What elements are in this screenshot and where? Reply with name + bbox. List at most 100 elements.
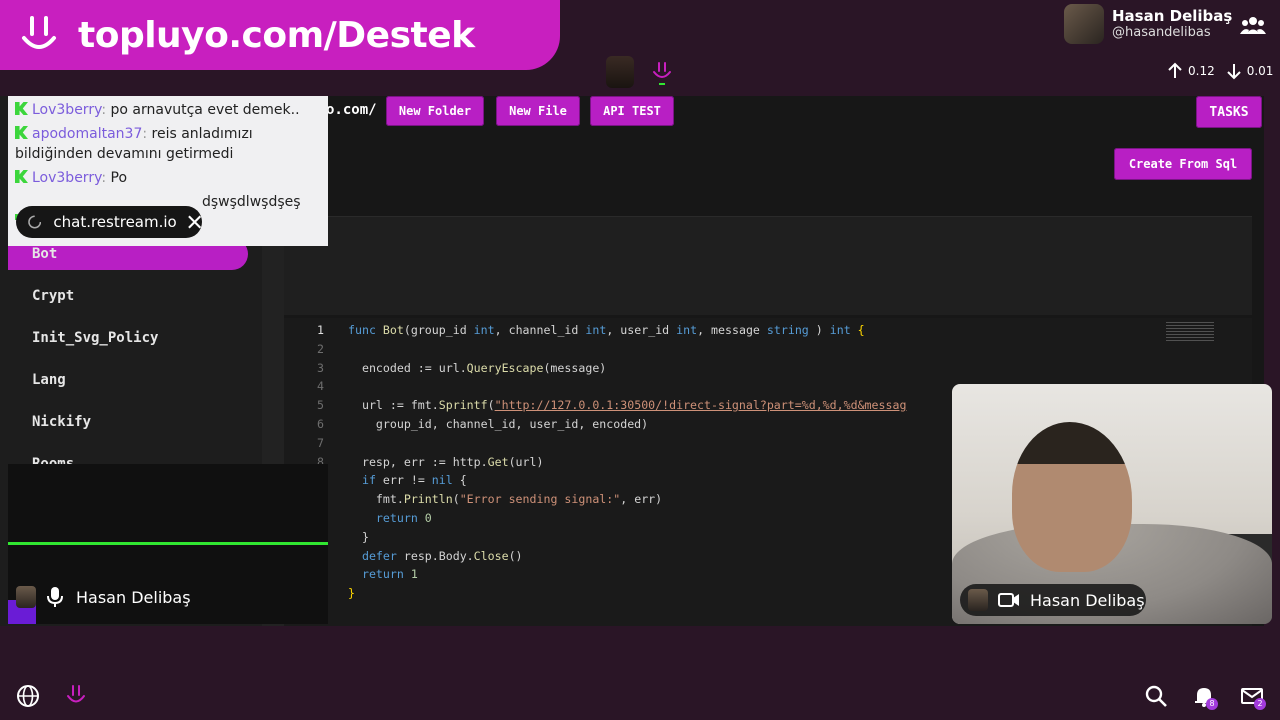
sidebar-item-nickify[interactable]: Nickify [8, 406, 248, 438]
code-token: return [361, 567, 411, 582]
code-minimap[interactable] [1166, 322, 1214, 342]
code-token: resp, err := http. [361, 454, 488, 469]
arrow-up-icon [1168, 62, 1182, 78]
code-token: nil [431, 473, 453, 488]
new-file-button[interactable]: New File [496, 96, 580, 126]
code-token: group_id, channel_id, user_id, encoded) [375, 416, 649, 431]
code-token: { [850, 323, 865, 337]
search-icon[interactable] [1144, 684, 1168, 708]
code-token: (group_id [403, 323, 474, 337]
people-icon[interactable] [1240, 14, 1266, 36]
code-token: func [348, 323, 383, 337]
code-token: Close [473, 548, 509, 563]
code-token: ( [487, 398, 495, 413]
code-token: 0 [424, 510, 432, 525]
code-token: int [676, 323, 698, 337]
close-icon[interactable] [187, 214, 202, 230]
code-token: } [361, 529, 369, 544]
webcam-speaker-label: Hasan Delibaş [960, 584, 1146, 616]
avatar [606, 56, 634, 88]
code-lines: 1 func Bot (group_id int, channel_id int, … [286, 321, 946, 603]
kick-icon [15, 170, 28, 183]
code-token: Println [403, 492, 453, 507]
banner-url: topluyo.com/Destek [78, 14, 475, 56]
line-number: 4 [317, 379, 324, 394]
path-label: o.com/ [326, 102, 377, 118]
chat-username: Lov3berry [32, 170, 102, 186]
chat-text: dşwşdlwşdşeş [202, 194, 301, 210]
code-token: err != [375, 473, 432, 488]
audio-speaker-label: Hasan Delibaş [16, 586, 191, 608]
chat-message: Lov3berry: Po [8, 168, 328, 188]
code-token: (message) [543, 360, 607, 375]
topluyo-logo-icon [22, 16, 56, 49]
code-token: , err) [620, 492, 663, 507]
code-token: url := fmt. [361, 398, 439, 413]
webcam-speaker-name: Hasan Delibaş [1030, 590, 1145, 610]
code-token: fmt. [375, 492, 404, 507]
avatar [1064, 4, 1104, 44]
video-camera-icon [998, 593, 1019, 607]
chat-username: apodomaltan37 [32, 126, 143, 142]
code-token: Get [487, 454, 509, 469]
code-token: Sprintf [438, 398, 488, 413]
code-token: , user_id [606, 323, 677, 337]
chat-source-label: chat.restream.io [53, 213, 177, 231]
sidebar-item-crypt[interactable]: Crypt [8, 280, 248, 312]
kick-icon [15, 126, 28, 139]
download-rate: 0.01 [1246, 64, 1274, 78]
arrow-down-icon [1227, 64, 1241, 80]
code-token: () [508, 548, 523, 563]
code-token: ( [452, 492, 460, 507]
network-stats: 0.12 0.01 [1166, 62, 1273, 80]
api-test-button[interactable]: API TEST [590, 96, 674, 126]
code-token: { [452, 473, 467, 488]
sidebar-item-init-svg-policy[interactable]: Init_Svg_Policy [8, 322, 248, 354]
code-token: } [348, 586, 355, 601]
stream-banner: topluyo.com/Destek [0, 0, 560, 70]
code-token: encoded := url. [361, 360, 467, 375]
notification-badge: 8 [1206, 698, 1218, 710]
microphone-icon [47, 587, 63, 607]
avatar [16, 586, 36, 608]
chat-message: apodomaltan37: reis anladımızı bildiğind… [15, 126, 253, 162]
code-token: 1 [410, 567, 418, 582]
create-from-sql-button[interactable]: Create From Sql [1114, 148, 1252, 180]
line-number: 3 [317, 360, 324, 375]
loading-icon [28, 215, 42, 229]
code-token: ) [808, 323, 830, 337]
topluyo-logo-icon[interactable] [64, 684, 88, 708]
line-number: 6 [317, 416, 324, 431]
chat-message: Lov3berry: po arnavutça evet demek.. [8, 100, 328, 120]
code-token: if [361, 473, 376, 488]
chat-source-pill: chat.restream.io [16, 206, 202, 238]
chat-username: Lov3berry [32, 102, 102, 118]
code-token: , channel_id [494, 323, 586, 337]
sidebar-item-lang[interactable]: Lang [8, 364, 248, 396]
code-token: int [829, 323, 851, 337]
sql-input[interactable] [284, 216, 1252, 315]
code-token: "Error sending signal:" [459, 492, 621, 507]
new-folder-button[interactable]: New Folder [386, 96, 484, 126]
line-number: 2 [317, 341, 324, 356]
tasks-button[interactable]: TASKS [1196, 96, 1262, 128]
upload-rate: 0.12 [1188, 64, 1215, 78]
code-token: "http://127.0.0.1:30500/!direct-signal?p… [494, 398, 907, 413]
message-badge: 2 [1254, 698, 1266, 710]
profile-card[interactable]: Hasan Delibaş @hasandelibas [1064, 4, 1232, 44]
code-token: int [585, 323, 607, 337]
audio-level-bar [8, 542, 328, 545]
avatar [968, 589, 988, 611]
globe-icon[interactable] [16, 684, 40, 708]
profile-handle: @hasandelibas [1112, 25, 1211, 41]
line-number: 1 [317, 323, 324, 337]
code-token: resp.Body. [396, 548, 474, 563]
chat-text: Po [106, 170, 128, 186]
code-token: int [473, 323, 495, 337]
audio-speaker-name: Hasan Delibaş [76, 587, 191, 607]
code-token: Bot [382, 323, 404, 337]
line-number: 5 [317, 398, 324, 413]
code-token: , message [697, 323, 767, 337]
code-token: QueryEscape [466, 360, 544, 375]
kick-icon [15, 102, 28, 115]
